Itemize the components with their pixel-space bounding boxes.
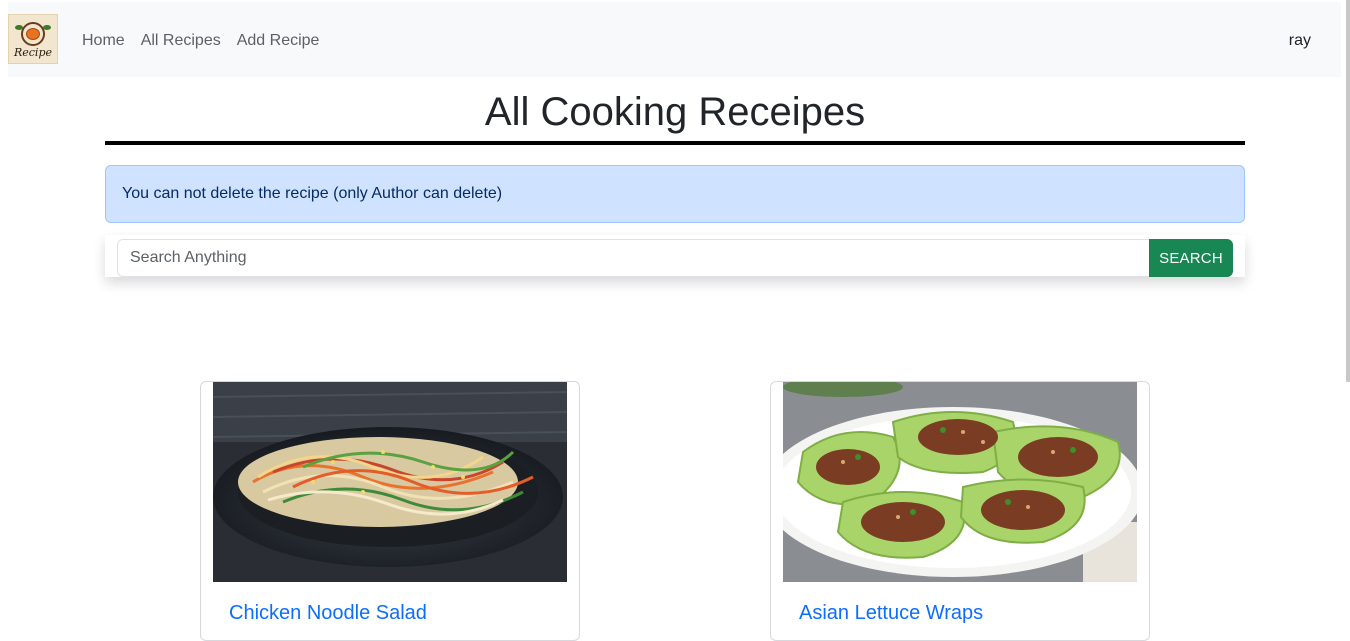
title-divider: [105, 141, 1245, 145]
leaf-icon: [43, 25, 51, 30]
recipe-card[interactable]: Asian Lettuce Wraps: [770, 381, 1150, 641]
recipe-image-lettuce-wraps[interactable]: [783, 382, 1137, 582]
nav-link-home[interactable]: Home: [82, 29, 125, 53]
recipe-title-link[interactable]: Chicken Noodle Salad: [229, 601, 427, 625]
alert-message: You can not delete the recipe (only Auth…: [105, 165, 1245, 223]
logo-emblem: [21, 21, 45, 46]
pumpkin-icon: [26, 27, 40, 40]
nav-links: Home All Recipes Add Recipe: [82, 29, 335, 53]
search-input[interactable]: [117, 239, 1149, 277]
recipe-image-noodle-salad[interactable]: [213, 382, 567, 582]
logo-text: Recipe: [13, 45, 53, 59]
alert-text: You can not delete the recipe (only Auth…: [122, 185, 503, 202]
scrollbar[interactable]: [1346, 0, 1350, 382]
recipe-title-link[interactable]: Asian Lettuce Wraps: [799, 601, 983, 625]
brand-logo[interactable]: Recipe: [8, 14, 58, 64]
page-title: All Cooking Receipes: [484, 90, 866, 134]
leaf-icon: [15, 25, 23, 30]
user-name[interactable]: ray: [1289, 29, 1311, 53]
recipe-card[interactable]: Chicken Noodle Salad: [200, 381, 580, 641]
search-bar: SEARCH: [105, 235, 1245, 277]
nav-link-add-recipe[interactable]: Add Recipe: [237, 29, 320, 53]
search-button[interactable]: SEARCH: [1149, 239, 1233, 277]
navbar: Recipe Home All Recipes Add Recipe ray: [8, 2, 1341, 77]
nav-link-all-recipes[interactable]: All Recipes: [141, 29, 221, 53]
